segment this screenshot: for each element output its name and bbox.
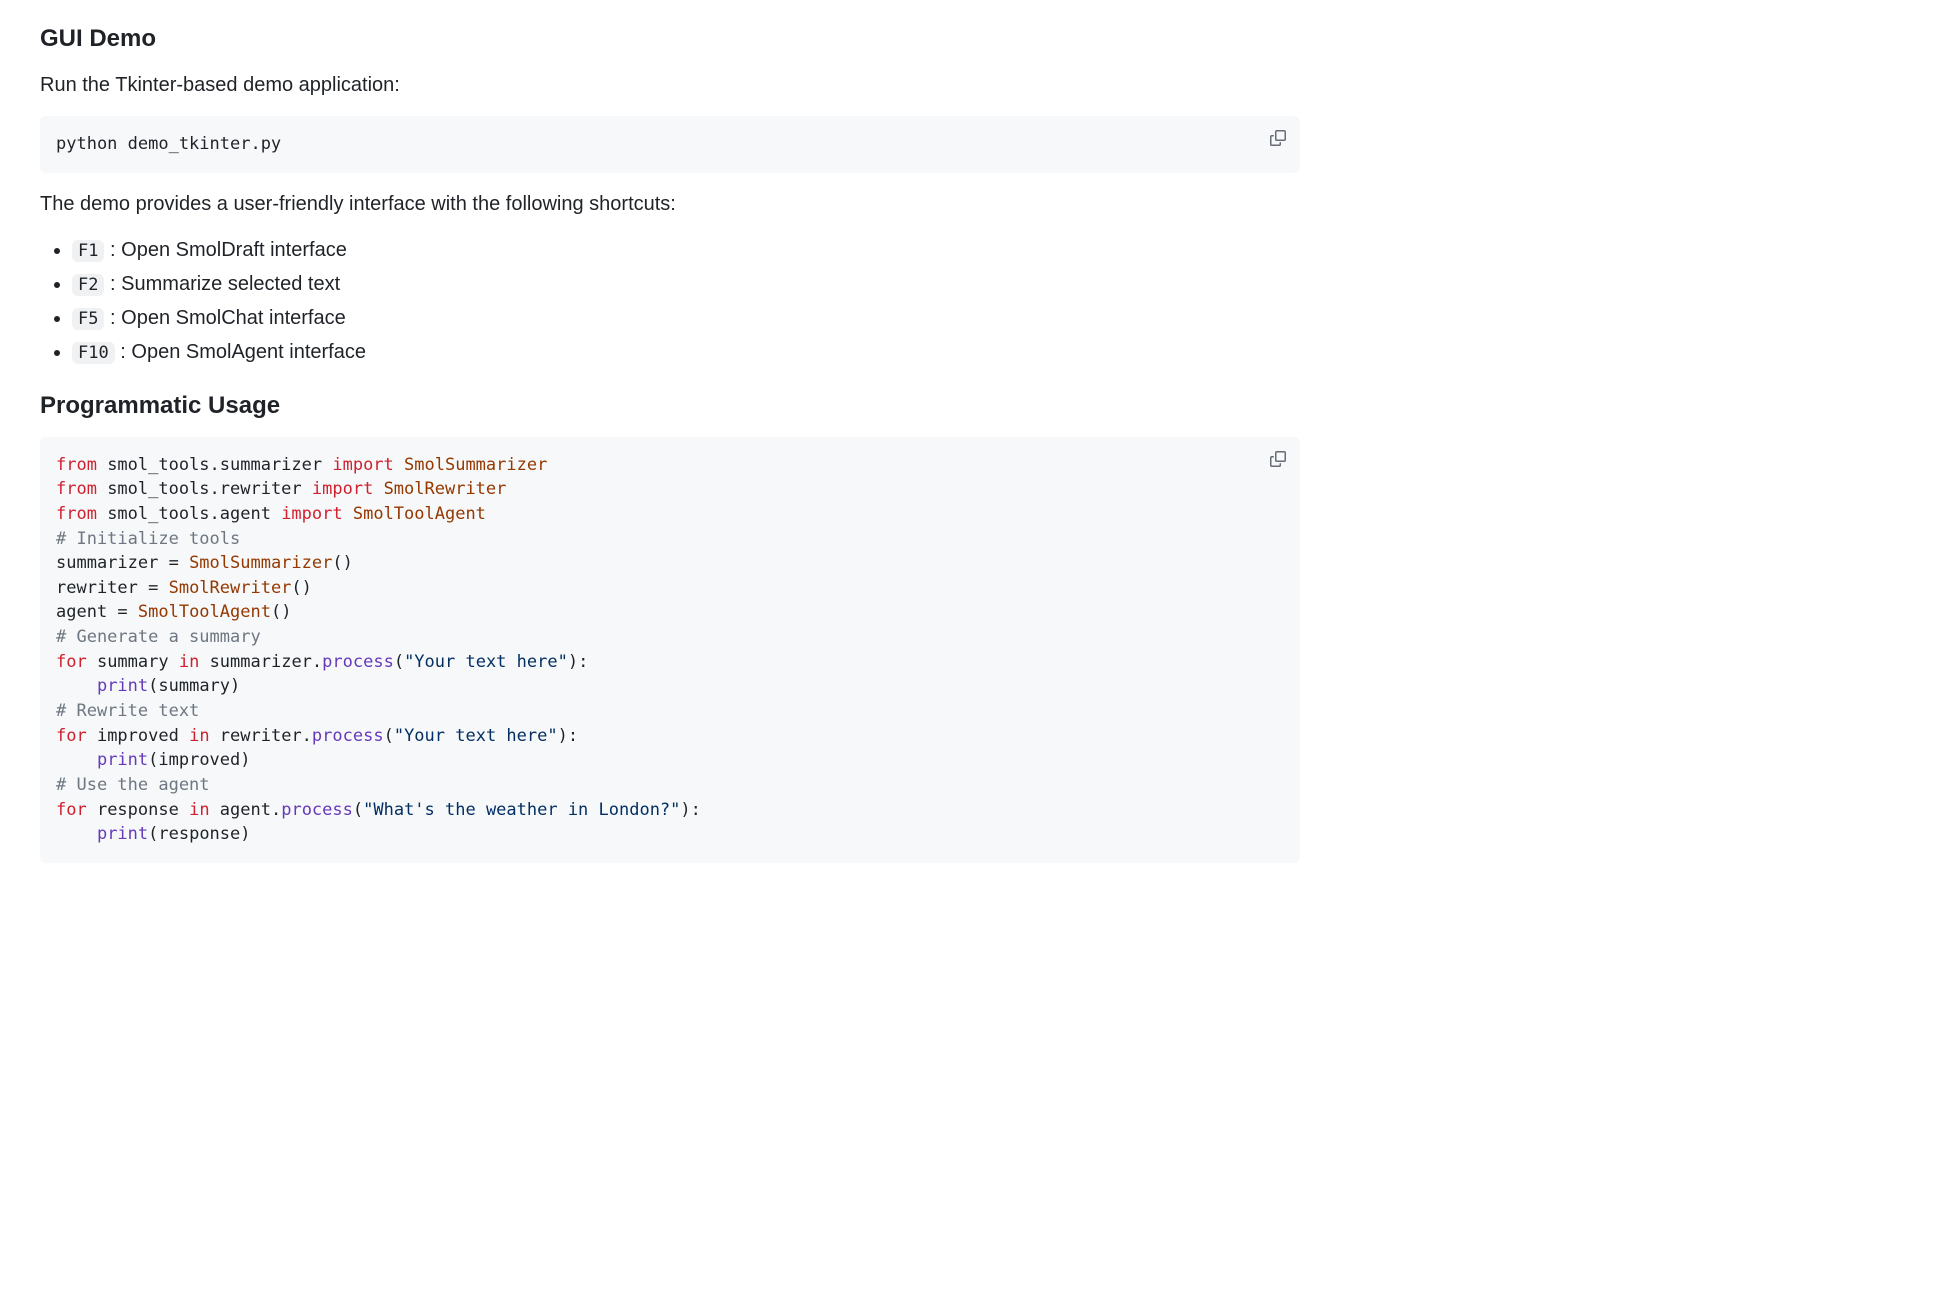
python-code: from smol_tools.summarizer import SmolSu… [56,453,1284,847]
code-token: print [97,824,148,844]
code-token: summarizer. [199,652,322,672]
code-token: () [332,553,352,573]
shortcut-sep: : [110,273,121,295]
copy-icon [1270,130,1286,146]
shortcut-sep: : [110,307,121,329]
code-token: from [56,455,97,475]
shortcut-sep: : [120,341,131,363]
code-token: agent. [210,800,282,820]
shortcut-desc: Open SmolDraft interface [121,239,347,261]
code-token: import [332,455,393,475]
code-token: ( [353,800,363,820]
command-code: python demo_tkinter.py [56,132,1284,157]
code-token: import [281,504,342,524]
code-token: for [56,800,87,820]
code-token: () [271,602,291,622]
code-token: response [87,800,189,820]
command-code-block: python demo_tkinter.py [40,116,1300,173]
code-token: smol_tools.agent [97,504,281,524]
code-token: SmolSummarizer [404,455,547,475]
code-token: ): [558,726,578,746]
shortcut-desc: Open SmolAgent interface [131,341,366,363]
code-token: (summary) [148,676,240,696]
code-token: process [322,652,394,672]
programmatic-usage-heading: Programmatic Usage [40,391,1300,421]
code-token: smol_tools.summarizer [97,455,332,475]
code-token: smol_tools.rewriter [97,479,312,499]
code-token: # Initialize tools [56,529,240,549]
code-token: SmolRewriter [384,479,507,499]
list-item: F1 : Open SmolDraft interface [72,235,1300,265]
code-token: "What's the weather in London?" [363,800,680,820]
code-token: summary [87,652,179,672]
code-token: rewriter = [56,578,169,598]
code-token [56,750,97,770]
code-token: process [312,726,384,746]
shortcut-key: F1 [72,240,104,262]
shortcut-key: F10 [72,342,115,364]
code-token [373,479,383,499]
code-token: import [312,479,373,499]
list-item: F10 : Open SmolAgent interface [72,337,1300,367]
code-token: # Rewrite text [56,701,199,721]
code-token: ( [384,726,394,746]
code-token: agent = [56,602,138,622]
shortcut-desc: Summarize selected text [121,273,340,295]
code-token: print [97,750,148,770]
copy-icon [1270,451,1286,467]
code-token [343,504,353,524]
list-item: F5 : Open SmolChat interface [72,303,1300,333]
code-token: in [179,652,199,672]
code-token: (improved) [148,750,250,770]
gui-demo-heading: GUI Demo [40,24,1300,54]
code-token: (response) [148,824,250,844]
shortcut-key: F2 [72,274,104,296]
code-token: "Your text here" [404,652,568,672]
shortcuts-intro: The demo provides a user-friendly interf… [40,189,1300,219]
code-token: in [189,800,209,820]
copy-button[interactable] [1264,124,1292,152]
code-token: improved [87,726,189,746]
code-token [394,455,404,475]
code-token: ): [568,652,588,672]
code-token: process [281,800,353,820]
code-token: SmolSummarizer [189,553,332,573]
code-token: # Generate a summary [56,627,261,647]
code-token: print [97,676,148,696]
code-token [56,676,97,696]
shortcuts-list: F1 : Open SmolDraft interface F2 : Summa… [40,235,1300,367]
shortcut-key: F5 [72,308,104,330]
copy-button[interactable] [1264,445,1292,473]
code-token: in [189,726,209,746]
code-token: # Use the agent [56,775,210,795]
code-token: from [56,479,97,499]
code-token: SmolRewriter [169,578,292,598]
code-token: ( [394,652,404,672]
code-token: () [291,578,311,598]
code-token: from [56,504,97,524]
python-code-block: from smol_tools.summarizer import SmolSu… [40,437,1300,863]
code-token: for [56,726,87,746]
code-token: summarizer = [56,553,189,573]
code-token: SmolToolAgent [138,602,271,622]
code-token: ): [680,800,700,820]
code-token [56,824,97,844]
code-token: SmolToolAgent [353,504,486,524]
shortcut-desc: Open SmolChat interface [121,307,346,329]
shortcut-sep: : [110,239,121,261]
code-token: "Your text here" [394,726,558,746]
code-token: rewriter. [210,726,312,746]
gui-demo-intro: Run the Tkinter-based demo application: [40,70,1300,100]
list-item: F2 : Summarize selected text [72,269,1300,299]
code-token: for [56,652,87,672]
